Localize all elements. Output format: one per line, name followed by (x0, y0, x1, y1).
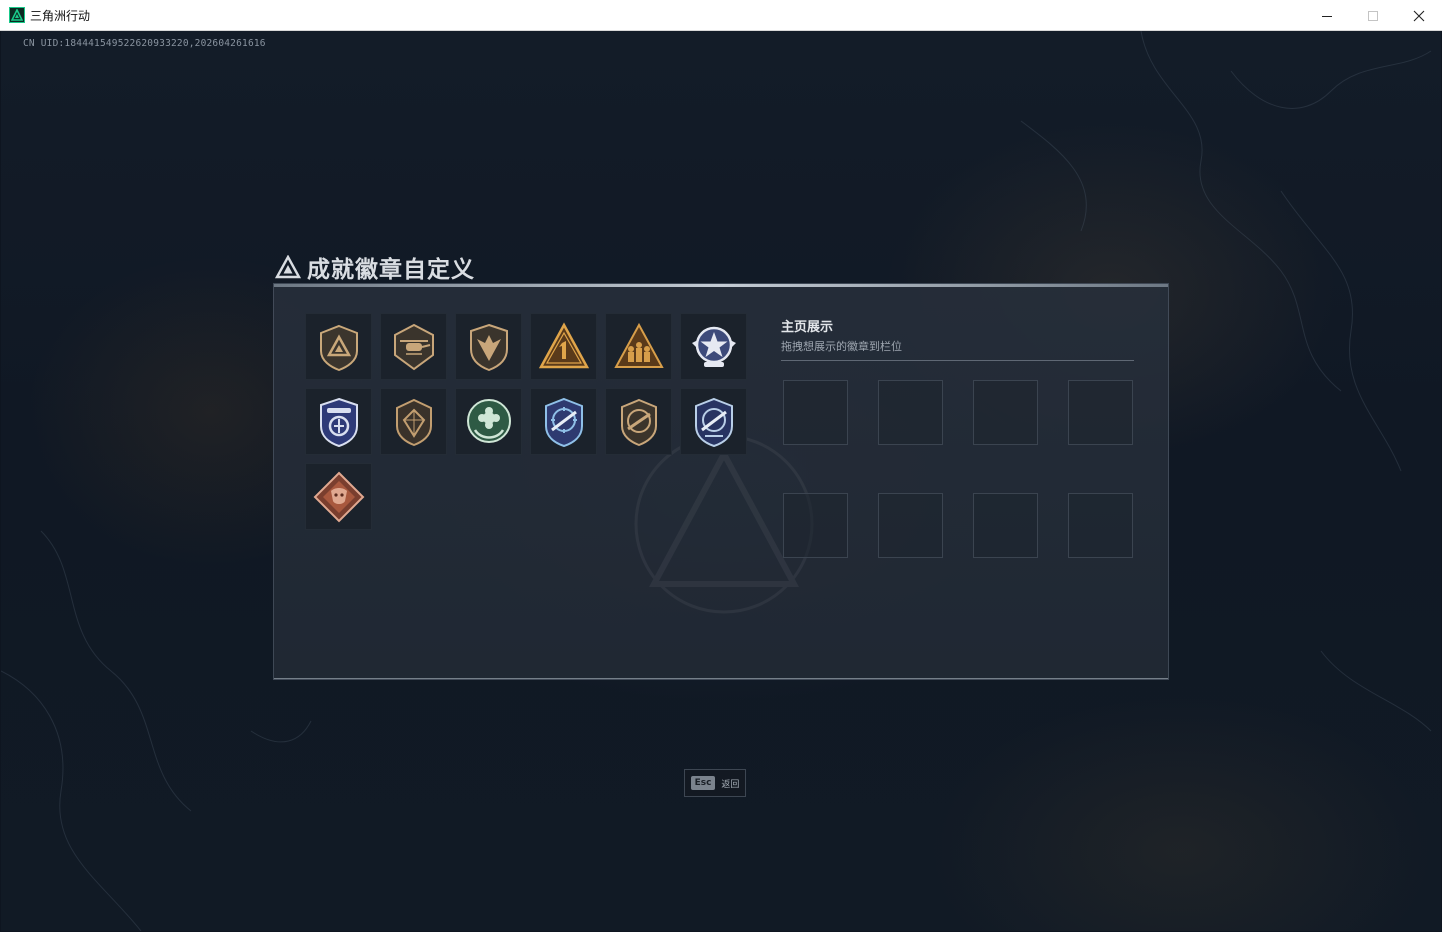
badge-slot-rifle-bronze[interactable] (605, 388, 672, 455)
delta-shield-badge-icon (319, 324, 358, 371)
showcase-slot-1[interactable] (783, 380, 848, 445)
showcase-slot-2[interactable] (878, 380, 943, 445)
number-one-badge-icon (538, 321, 589, 368)
gem-shield-badge-icon (395, 398, 432, 446)
badge-slot-rifle-blue[interactable] (530, 388, 597, 455)
showcase-title: 主页展示 (781, 320, 834, 335)
badge-slot-arrowhead[interactable] (455, 313, 522, 380)
badge-slot-gem-shield[interactable] (380, 388, 447, 455)
showcase-slot-5[interactable] (783, 493, 848, 558)
showcase-subtitle: 拖拽想展示的徽章到栏位 (781, 340, 902, 353)
close-button[interactable] (1396, 0, 1442, 31)
panel-top-border (274, 284, 1168, 287)
showcase-slot-4[interactable] (1068, 380, 1133, 445)
window-title: 三角洲行动 (30, 9, 91, 23)
player-uid: CN UID:1844415495226209332​20,2026042616… (23, 38, 266, 49)
helicopter-badge-icon (393, 323, 434, 370)
page-title: 成就徽章自定义 (307, 257, 475, 283)
police-shield-badge-icon (319, 397, 358, 447)
badge-slot-dragon[interactable] (305, 463, 372, 530)
badge-slot-rifle-navy[interactable] (680, 388, 747, 455)
badge-slot-star-wings[interactable] (680, 313, 747, 380)
rifle-crosshair-navy-badge-icon (694, 397, 733, 447)
showcase-slot-3[interactable] (973, 380, 1038, 445)
game-viewport: CN UID:1844415495226209332​20,2026042616… (1, 31, 1441, 931)
badge-slot-soldiers[interactable] (605, 313, 672, 380)
showcase-slots (783, 380, 1133, 558)
minimize-button[interactable] (1304, 0, 1350, 31)
panel-bottom-border (274, 678, 1168, 679)
arrowhead-shield-badge-icon (469, 323, 508, 371)
badge-slot-flower-laurel[interactable] (455, 388, 522, 455)
dragon-diamond-badge-icon (313, 471, 364, 522)
showcase-divider (781, 360, 1134, 361)
panel-heading: 成就徽章自定义 (275, 250, 475, 284)
homepage-showcase: 主页展示 拖拽想展示的徽章到栏位 (781, 316, 1135, 558)
rifle-crosshair-bronze-badge-icon (620, 398, 657, 446)
maximize-icon (1368, 10, 1378, 21)
rifle-crosshair-blue-badge-icon (544, 397, 583, 447)
star-wings-badge-icon (691, 326, 736, 367)
back-button[interactable]: Esc 返回 (684, 769, 746, 797)
badge-collection-grid (305, 313, 755, 530)
badge-customize-panel: 主页展示 拖拽想展示的徽章到栏位 (273, 283, 1169, 680)
showcase-slot-6[interactable] (878, 493, 943, 558)
esc-key-icon: Esc (690, 776, 716, 790)
showcase-slot-8[interactable] (1068, 493, 1133, 558)
close-icon (1413, 10, 1425, 21)
badge-slot-helicopter[interactable] (380, 313, 447, 380)
showcase-slot-7[interactable] (973, 493, 1038, 558)
delta-logo-icon (275, 255, 301, 279)
maximize-button[interactable] (1350, 0, 1396, 31)
app-logo-icon (9, 7, 25, 23)
flower-laurel-badge-icon (466, 398, 511, 443)
badge-slot-delta-shield[interactable] (305, 313, 372, 380)
minimize-icon (1322, 15, 1332, 17)
window-titlebar: 三角洲行动 (0, 0, 1442, 31)
badge-slot-number-one[interactable] (530, 313, 597, 380)
badge-slot-police-shield[interactable] (305, 388, 372, 455)
back-label: 返回 (721, 779, 740, 790)
soldiers-badge-icon (613, 322, 664, 368)
